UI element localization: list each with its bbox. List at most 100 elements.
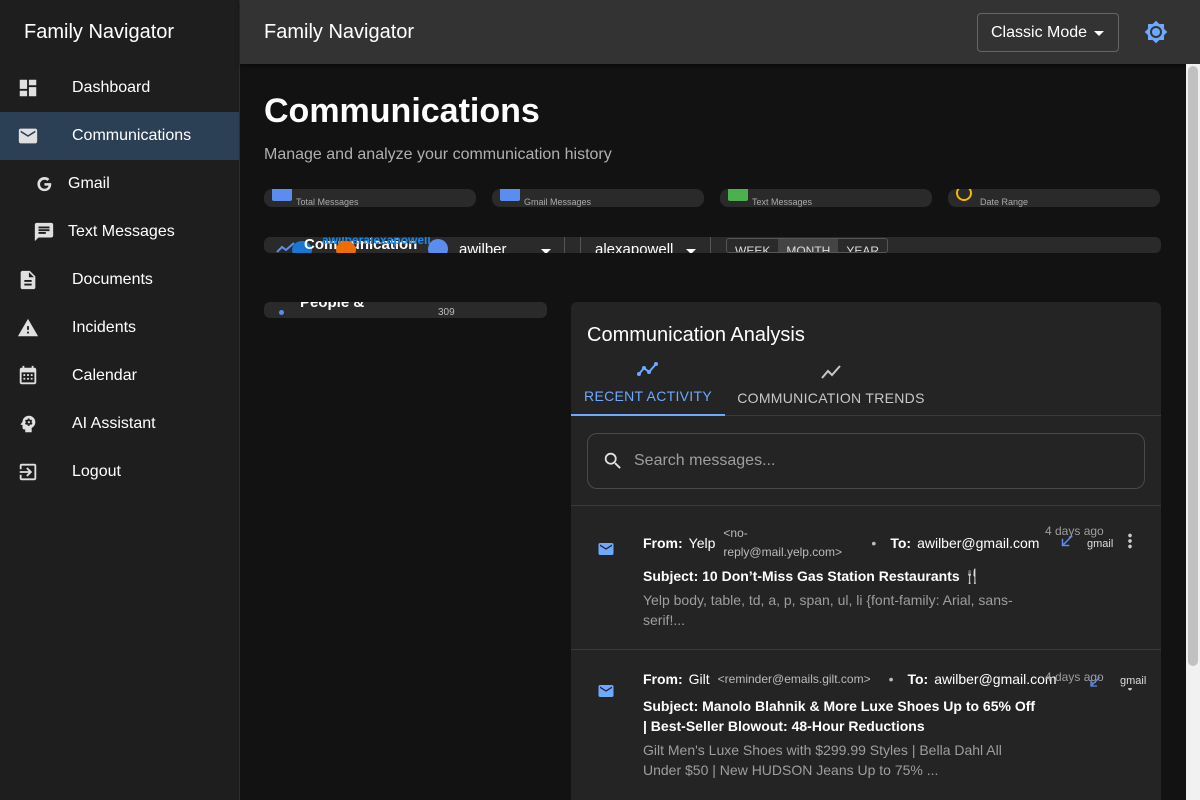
chat-icon [32, 220, 56, 244]
main-content: Communications Manage and analyze your c… [240, 64, 1186, 800]
message-item[interactable]: From: Yelp <no-reply@mail.yelp.com> • To… [571, 506, 1161, 649]
avatar [336, 241, 356, 253]
person1-select[interactable]: awilber [459, 241, 507, 253]
from-email: <no-reply@mail.yelp.com> [723, 526, 842, 559]
message-header: From: Yelp <no-reply@mail.yelp.com> • To… [643, 524, 1039, 562]
tab-recent-activity[interactable]: RECENT ACTIVITY [571, 358, 725, 416]
divider [710, 237, 711, 253]
mode-select[interactable]: Classic Mode [977, 13, 1119, 52]
message-header: From: Gilt <reminder@emails.gilt.com> • … [643, 670, 1057, 688]
logout-icon [16, 460, 40, 484]
stat-label: Total Messages [296, 197, 359, 207]
stat-card-total-messages: Total Messages [264, 189, 476, 207]
panel-title: Communication Analysis [587, 324, 805, 346]
sidebar-brand: Family Navigator [24, 20, 175, 43]
mail-icon [16, 124, 40, 148]
brightness-icon [1144, 20, 1168, 44]
warning-icon [16, 316, 40, 340]
from-name: Gilt [688, 671, 710, 687]
message-item[interactable]: From: Gilt <reminder@emails.gilt.com> • … [571, 650, 1161, 800]
sidebar-item-dashboard[interactable]: Dashboard [0, 64, 239, 112]
status-dot [279, 310, 284, 315]
separator-dot: • [871, 535, 877, 551]
caret-down-icon [1094, 31, 1104, 36]
stat-card-gmail-messages: Gmail Messages [492, 189, 704, 207]
message-subject: Subject: 10 Don’t-Miss Gas Station Resta… [643, 568, 981, 584]
message-subject: Subject: Manolo Blahnik & More Luxe Shoe… [643, 698, 1036, 734]
analysis-tabs: RECENT ACTIVITY COMMUNICATION TRENDS [571, 358, 1161, 416]
mode-select-value: Classic Mode [991, 23, 1088, 41]
document-icon [16, 268, 40, 292]
sidebar-item-label: Logout [72, 463, 121, 480]
page-subtitle: Manage and analyze your communication hi… [264, 146, 612, 163]
page-title: Communications [264, 92, 540, 130]
sidebar-item-documents[interactable]: Documents [0, 256, 239, 304]
sidebar-item-label: AI Assistant [72, 415, 156, 432]
sidebar-item-ai-assistant[interactable]: AI Assistant [0, 400, 239, 448]
period-toggle: WEEK MONTH YEAR [726, 238, 889, 253]
message-search [587, 433, 1145, 489]
sidebar-item-text-messages[interactable]: Text Messages [0, 208, 239, 256]
dashboard-icon [16, 76, 40, 100]
sidebar-item-label: Text Messages [68, 223, 175, 240]
tab-communication-trends[interactable]: COMMUNICATION TRENDS [737, 358, 925, 416]
stat-card-date-range: Date Range [948, 189, 1160, 207]
caret-down-icon [686, 249, 696, 253]
sidebar-item-label: Documents [72, 271, 153, 288]
sidebar-item-incidents[interactable]: Incidents [0, 304, 239, 352]
mail-icon [598, 685, 614, 697]
from-label: From: [643, 535, 683, 551]
people-card: People & 309 [264, 302, 547, 318]
caret-down-icon [541, 249, 551, 253]
psychology-icon [16, 412, 40, 436]
sidebar-item-logout[interactable]: Logout [0, 448, 239, 496]
to-address: awilber@gmail.com [917, 535, 1040, 551]
stat-card-text-messages: Text Messages [720, 189, 932, 207]
from-email: <reminder@emails.gilt.com> [717, 672, 871, 686]
clock-icon [956, 189, 972, 201]
theme-toggle-button[interactable] [1140, 18, 1172, 46]
search-input[interactable] [634, 452, 1134, 470]
period-year-button[interactable]: YEAR [838, 239, 887, 252]
divider [580, 237, 581, 253]
mail-icon [500, 189, 520, 201]
tab-label: COMMUNICATION TRENDS [737, 390, 925, 406]
sidebar-item-label: Gmail [68, 175, 110, 192]
stat-label: Date Range [980, 197, 1029, 207]
show-chart-icon [821, 365, 841, 379]
message-preview: Yelp body, table, td, a, p, span, ul, li… [643, 592, 1013, 628]
scrollbar-thumb[interactable] [1188, 66, 1198, 666]
google-icon [32, 172, 56, 196]
timeline-icon [637, 362, 658, 376]
period-week-button[interactable]: WEEK [727, 239, 778, 252]
period-month-button[interactable]: MONTH [778, 239, 839, 252]
source-badge: gmail [1117, 674, 1150, 688]
sidebar-item-gmail[interactable]: Gmail [0, 160, 239, 208]
person2-select[interactable]: alexapowell [595, 241, 673, 253]
message-preview: Gilt Men's Luxe Shoes with $299.99 Style… [643, 742, 1002, 778]
more-vert-icon[interactable] [1119, 530, 1141, 552]
sidebar-item-communications[interactable]: Communications [0, 112, 239, 160]
to-label: To: [890, 535, 912, 551]
sidebar-item-label: Calendar [72, 367, 137, 384]
stat-label: Gmail Messages [524, 197, 592, 207]
filter-bar: Communication awilberalexapowell awilber… [264, 237, 1161, 253]
app-bar: Family Navigator Classic Mode [240, 0, 1200, 64]
incoming-arrow-icon [1061, 535, 1073, 547]
search-icon [604, 452, 621, 469]
sidebar: Family Navigator Dashboard Communication… [0, 0, 240, 800]
to-label: To: [907, 671, 929, 687]
communication-analysis-panel: Communication Analysis RECENT ACTIVITY C… [571, 302, 1161, 800]
sidebar-item-label: Incidents [72, 319, 137, 336]
calendar-icon [16, 364, 40, 388]
sms-icon [728, 189, 748, 201]
app-title: Family Navigator [264, 20, 415, 43]
from-name: Yelp [688, 535, 716, 551]
sidebar-item-label: Communications [72, 127, 192, 144]
from-label: From: [643, 671, 683, 687]
source-badge: gmail [1087, 538, 1114, 550]
tab-label: RECENT ACTIVITY [584, 388, 712, 404]
sidebar-item-calendar[interactable]: Calendar [0, 352, 239, 400]
people-count: 309 [438, 307, 455, 318]
separator-dot: • [888, 671, 894, 687]
